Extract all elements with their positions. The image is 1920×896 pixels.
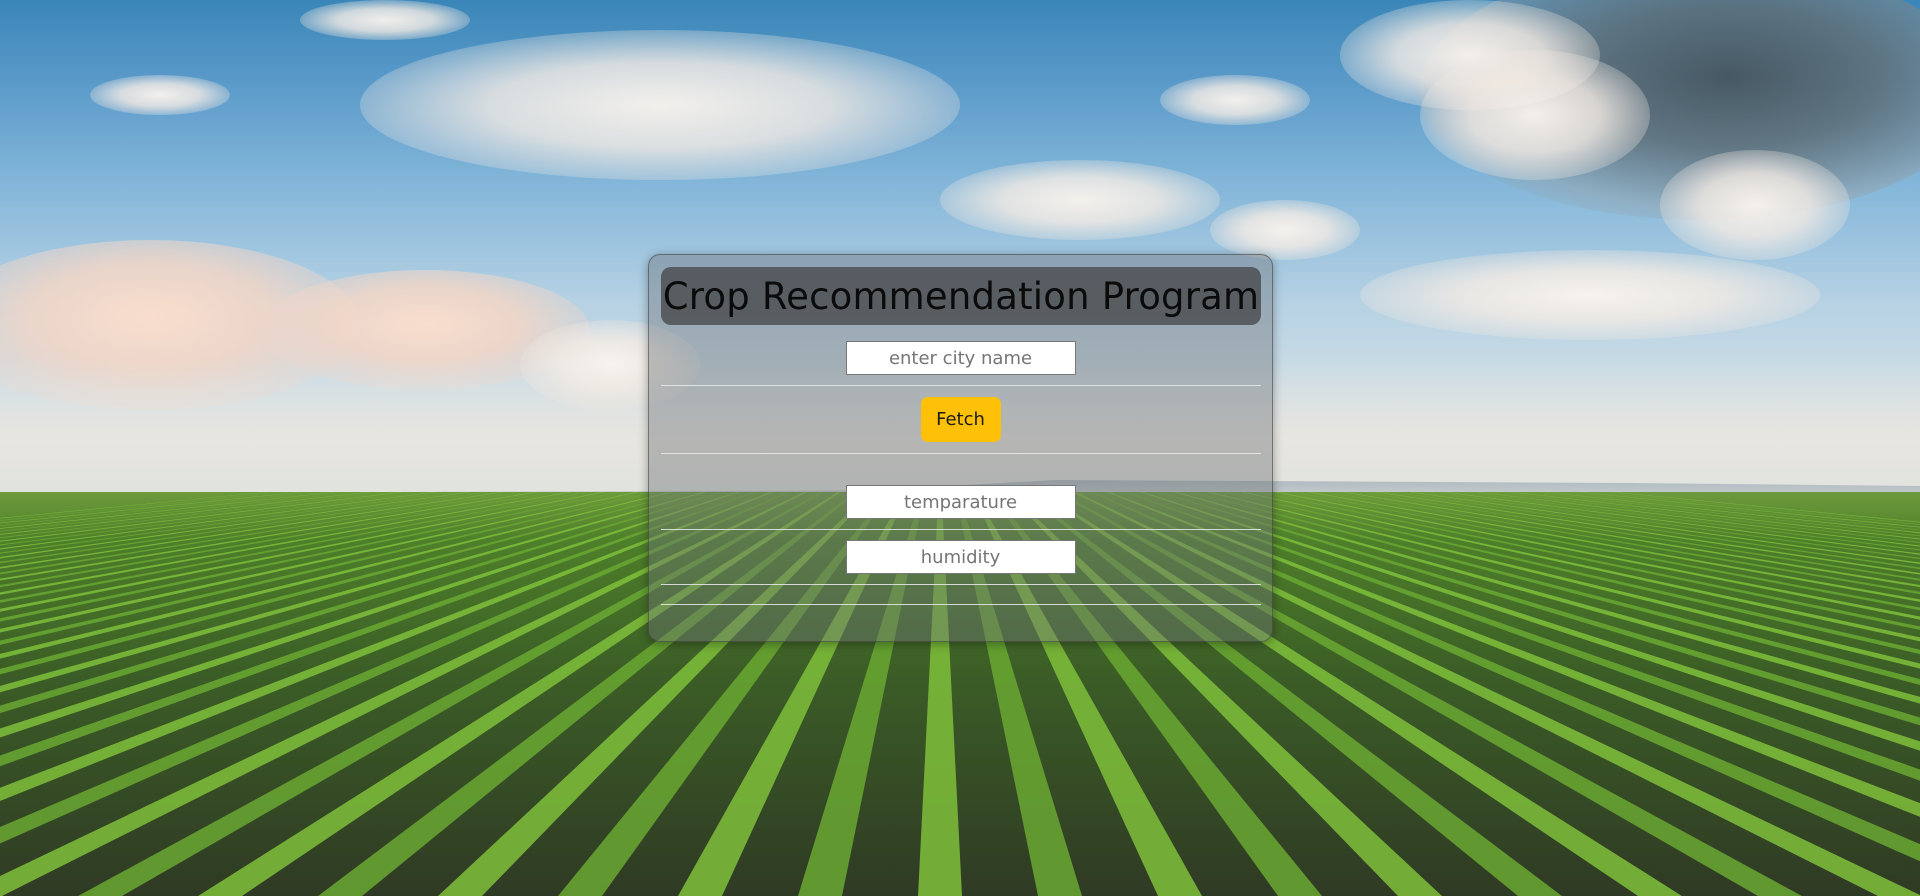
temperature-input[interactable] <box>845 485 1076 519</box>
cloud <box>1660 150 1850 260</box>
page: Crop Recommendation Program Fetch <box>0 0 1920 896</box>
cloud <box>1210 200 1360 260</box>
city-input[interactable] <box>845 341 1076 375</box>
cloud <box>1420 50 1650 180</box>
cloud <box>360 30 960 180</box>
humidity-input[interactable] <box>845 540 1076 574</box>
cloud <box>300 0 470 40</box>
divider <box>661 453 1261 454</box>
divider <box>661 604 1261 605</box>
fetch-button[interactable]: Fetch <box>920 397 1001 442</box>
divider <box>661 385 1261 386</box>
cloud <box>1160 75 1310 125</box>
divider <box>661 584 1261 585</box>
city-row <box>661 341 1260 375</box>
title-band: Crop Recommendation Program <box>661 267 1261 325</box>
cloud <box>90 75 230 115</box>
page-title: Crop Recommendation Program <box>662 274 1260 318</box>
humidity-row <box>661 540 1260 574</box>
cloud <box>1360 250 1820 340</box>
crop-form-card: Crop Recommendation Program Fetch <box>648 254 1273 642</box>
cloud <box>940 160 1220 240</box>
temperature-row <box>661 485 1260 519</box>
fetch-row: Fetch <box>661 397 1260 442</box>
divider <box>661 529 1261 530</box>
